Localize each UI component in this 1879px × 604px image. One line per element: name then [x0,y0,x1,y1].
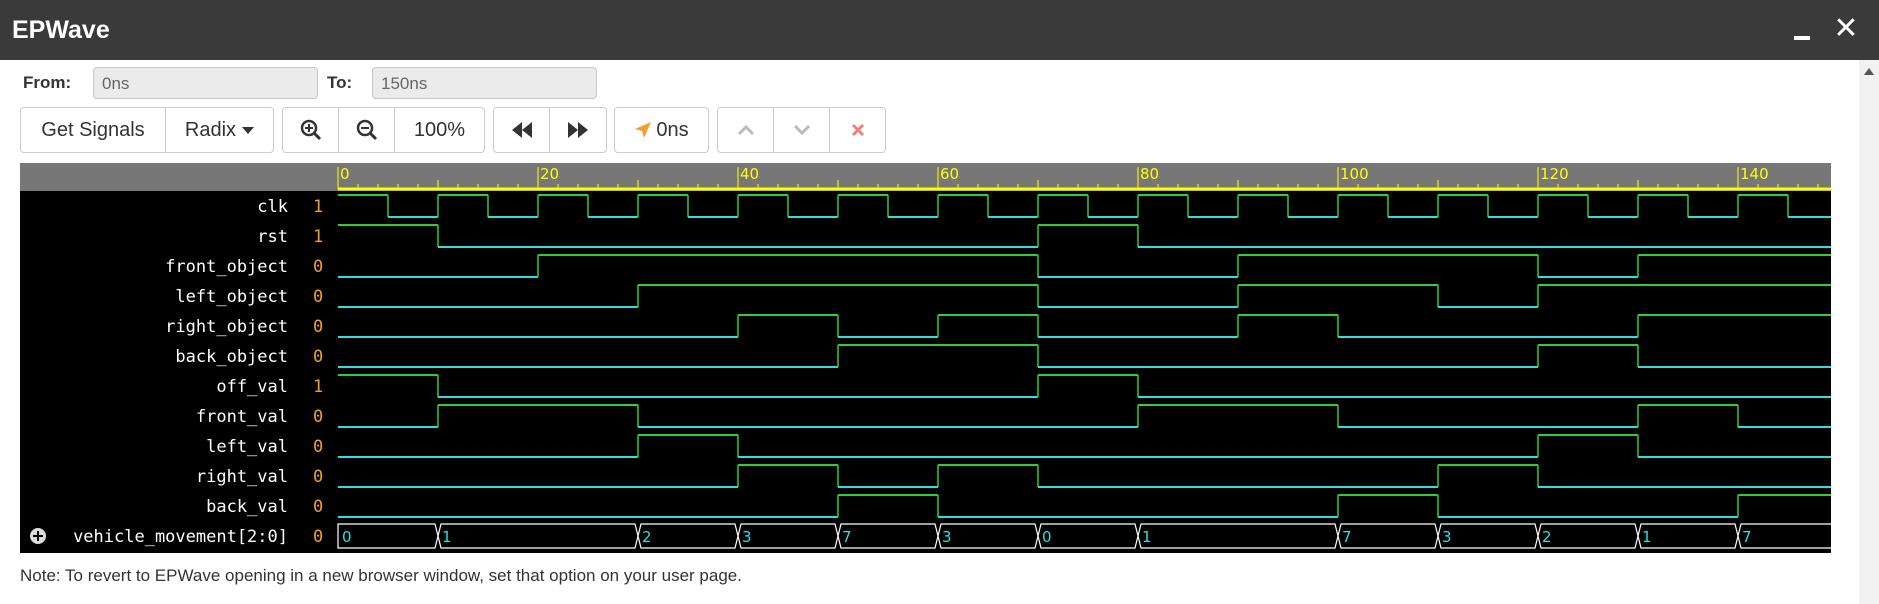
window-title: EPWave [12,16,110,44]
cursor-group: 0ns [614,107,709,153]
signal-name[interactable]: clk [257,197,288,217]
ruler-tick-label: 120 [1540,165,1569,183]
cursor-time-button[interactable]: 0ns [615,108,708,152]
bus-value-label: 3 [742,528,752,546]
signal-name[interactable]: front_object [165,257,288,277]
bus-value-label: 7 [842,528,852,546]
signal-name[interactable]: back_object [175,347,288,367]
waveform-rst [338,224,1831,248]
close-icon[interactable]: ✕ [1831,12,1861,46]
scroll-up-icon[interactable] [1864,68,1874,75]
signal-name[interactable]: vehicle_movement[2:0] [73,527,288,547]
get-signals-button[interactable]: Get Signals [21,108,166,152]
chevron-down-icon[interactable] [774,108,830,152]
backward-icon[interactable] [494,108,551,152]
signal-value: 0 [313,257,323,277]
bus-value-label: 7 [1342,528,1352,546]
signal-value: 1 [313,197,323,217]
ruler-tick-label: 60 [940,165,959,183]
from-label: From: [23,73,72,92]
caret-down-icon [242,126,255,134]
bus-value-label: 1 [442,528,452,546]
waveform-right_val [338,464,1831,488]
ruler-tick-label: 20 [540,165,559,183]
signal-name[interactable]: right_object [165,317,288,337]
waveform-right_object [338,314,1831,338]
zoom-out-icon[interactable] [339,108,395,152]
bus-waveform-vehicle-movement: 0 1 2 3 7 3 0 1 7 3 2 1 7 [337,523,1831,549]
to-input[interactable]: 150ns [372,67,597,99]
signal-name[interactable]: front_val [196,407,288,427]
waveform-left_object [338,284,1831,308]
bus-value-label: 7 [1742,528,1752,546]
signal-name[interactable]: left_object [175,287,288,307]
zoom-level-button[interactable]: 100% [395,108,484,152]
signal-name[interactable]: right_val [196,467,288,487]
to-label: To: [327,73,353,92]
from-input[interactable]: 0ns [93,67,318,99]
waveform-front_val [338,404,1831,428]
signal-value: 1 [313,377,323,397]
nav-group [493,107,607,153]
signal-value: 0 [313,317,323,337]
chevron-up-icon[interactable] [718,108,774,152]
time-range-bar: From: 0ns To: 150ns [0,64,860,102]
minimize-icon[interactable] [1791,14,1813,44]
bus-value-label: 3 [942,528,952,546]
waveform-front_object [338,254,1831,278]
cursor-time-label: 0ns [656,118,689,141]
bus-value-label: 3 [1442,528,1452,546]
ruler-tick-label: 0 [340,165,350,183]
signal-value: 0 [313,497,323,517]
waveform-panel: 0 20 40 60 80 100 120 140 clk 1 rst 1 front_object 0 l… [20,163,1831,553]
signal-value: 0 [313,347,323,367]
signal-value: 0 [313,527,323,547]
forward-icon[interactable] [550,108,606,152]
ruler-tick-label: 80 [1140,165,1159,183]
ruler-tick-label: 140 [1740,165,1769,183]
location-arrow-icon [635,122,652,138]
ruler-tick-label: 100 [1340,165,1369,183]
waveform-clk [338,194,1831,218]
signal-value: 1 [313,227,323,247]
bus-value-label: 2 [642,528,652,546]
bus-value-label: 0 [342,528,352,546]
delete-marker-icon[interactable] [830,108,885,152]
signal-value: 0 [313,407,323,427]
signals-group: Get Signals Radix [20,107,274,153]
zoom-group: 100% [282,107,485,153]
signal-name[interactable]: off_val [216,377,288,397]
signal-name[interactable]: left_val [206,437,288,457]
signal-name[interactable]: rst [257,227,288,247]
signal-value: 0 [313,287,323,307]
zoom-in-icon[interactable] [283,108,339,152]
radix-dropdown[interactable]: Radix [166,108,273,152]
radix-label: Radix [184,118,237,141]
bus-value-label: 1 [1142,528,1152,546]
bus-value-label: 2 [1542,528,1552,546]
signal-value: 0 [313,437,323,457]
footer-note: Note: To revert to EPWave opening in a n… [20,566,742,585]
signal-name[interactable]: back_val [206,497,288,517]
waveform-back_object [338,344,1831,368]
waveform-back_val [338,494,1831,518]
title-bar: EPWave ✕ [0,0,1879,60]
waveform-canvas[interactable]: 0 20 40 60 80 100 120 140clk 1rst 1front_object 0l… [20,163,1831,553]
signal-value: 0 [313,467,323,487]
marker-group [717,107,886,153]
waveform-off_val [338,374,1831,398]
bus-value-label: 1 [1642,528,1652,546]
ruler-tick-label: 40 [740,165,759,183]
bus-value-label: 0 [1042,528,1052,546]
vertical-scrollbar[interactable] [1859,60,1879,604]
waveform-left_val [338,434,1831,458]
